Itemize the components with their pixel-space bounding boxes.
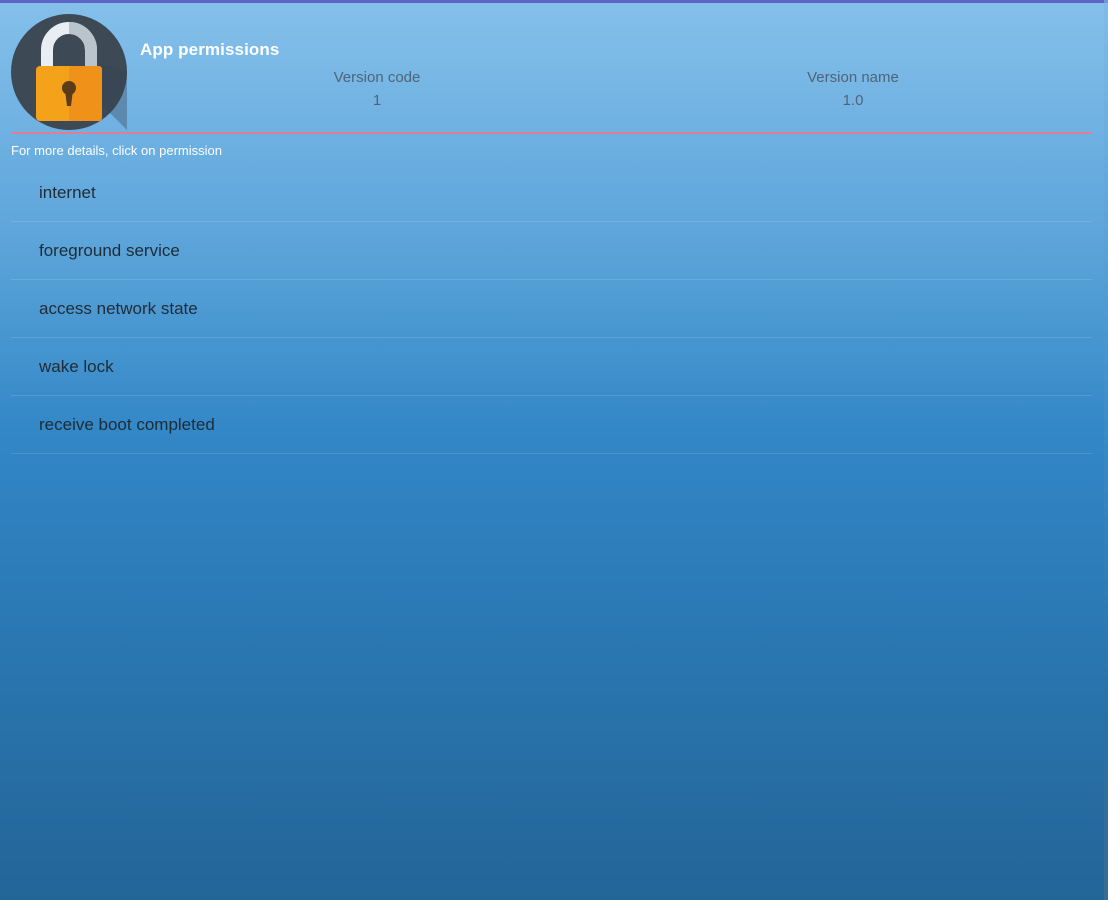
permission-item-receive-boot-completed[interactable]: receive boot completed [11, 396, 1092, 454]
version-code-block: Version code 1 [257, 67, 497, 113]
permission-label: wake lock [39, 356, 114, 376]
version-name-value: 1.0 [842, 92, 864, 109]
version-name-label: Version name [807, 69, 899, 86]
permission-label: receive boot completed [39, 414, 215, 434]
permission-item-foreground-service[interactable]: foreground service [11, 222, 1092, 280]
details-hint: For more details, click on permission [11, 143, 222, 158]
permission-item-internet[interactable]: internet [11, 164, 1092, 222]
permission-item-wake-lock[interactable]: wake lock [11, 338, 1092, 396]
header-divider [11, 132, 1092, 134]
version-code-value: 1 [372, 92, 382, 109]
app-title: App permissions [140, 40, 280, 59]
version-code-label: Version code [333, 69, 421, 86]
version-name-block: Version name 1.0 [733, 67, 973, 113]
app-header: App permissions Version code 1 Version n… [0, 3, 1100, 133]
permission-item-access-network-state[interactable]: access network state [11, 280, 1092, 338]
window-right-edge [1104, 0, 1108, 900]
permission-label: foreground service [39, 240, 180, 260]
permission-list: internet foreground service access netwo… [11, 164, 1092, 454]
padlock-icon [11, 14, 127, 130]
permission-label: access network state [39, 298, 198, 318]
permission-label: internet [39, 182, 96, 202]
